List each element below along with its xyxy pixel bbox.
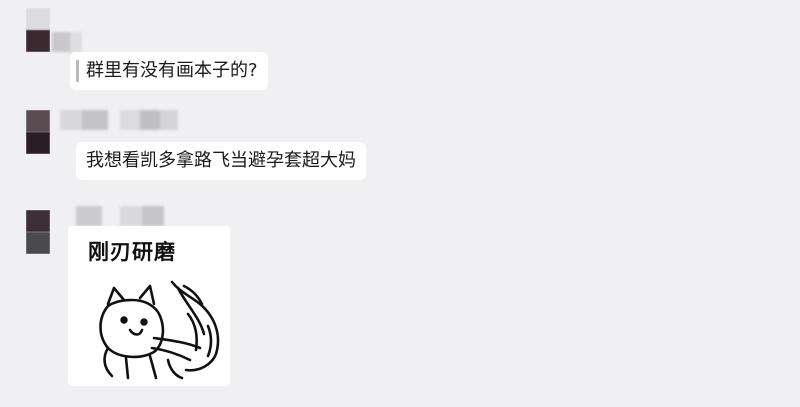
avatar[interactable] bbox=[26, 110, 50, 154]
avatar[interactable] bbox=[26, 8, 50, 52]
avatar[interactable] bbox=[26, 210, 50, 254]
sticker-image[interactable]: 刚刃研磨 bbox=[68, 226, 230, 386]
message-text: 我想看凯多拿路飞当避孕套超大妈 bbox=[86, 150, 356, 171]
message-text: 群里有没有画本子的? bbox=[86, 60, 258, 81]
sender-name-redacted bbox=[76, 206, 176, 226]
message-bubble[interactable]: 群里有没有画本子的? bbox=[70, 52, 268, 90]
chat-area: 群里有没有画本子的? 我想看凯多拿路飞当避孕套超大妈 刚刃研磨 bbox=[0, 0, 800, 407]
quote-bar bbox=[76, 60, 79, 82]
sender-name-redacted bbox=[60, 110, 178, 130]
sender-name-redacted bbox=[52, 32, 82, 52]
cartoon-cat-sticker-icon bbox=[99, 280, 220, 380]
message-bubble[interactable]: 我想看凯多拿路飞当避孕套超大妈 bbox=[76, 142, 366, 180]
